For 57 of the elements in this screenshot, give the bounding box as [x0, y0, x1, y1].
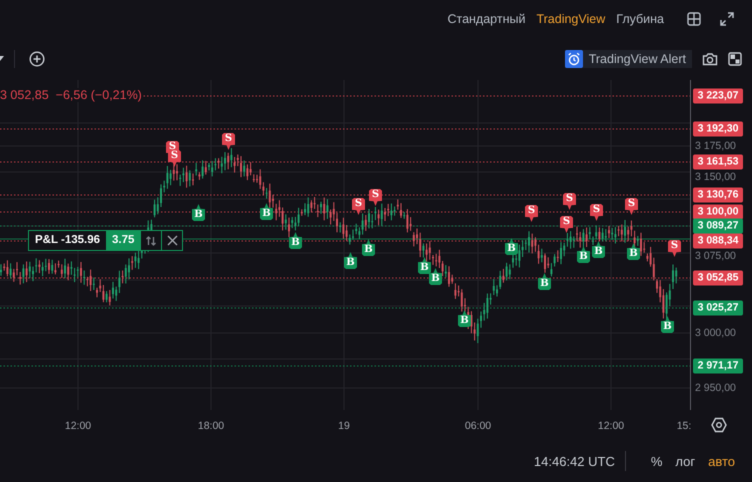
buy-marker: B: [418, 257, 431, 274]
price-label: 2 971,17: [693, 358, 743, 374]
time-tick: 18:00: [198, 420, 224, 432]
chart-type-tab[interactable]: Глубина: [616, 12, 664, 26]
auto-scale-toggle[interactable]: авто: [708, 454, 735, 468]
log-scale-toggle[interactable]: лог: [675, 454, 696, 468]
time-tick: 06:00: [464, 420, 492, 432]
price-tick: 3 075,00: [695, 250, 736, 262]
buy-marker: B: [192, 204, 205, 221]
buy-marker: B: [260, 203, 273, 220]
price-label: 3 089,27: [693, 218, 743, 234]
buy-marker: B: [538, 273, 551, 290]
price-label: 3 192,30: [693, 122, 743, 136]
buy-marker: B: [592, 241, 605, 258]
price-change: −6,56 (−0,21%): [56, 88, 142, 102]
buy-marker: B: [362, 239, 375, 256]
buy-marker: B: [505, 238, 518, 255]
time-tick: 12:00: [64, 420, 92, 432]
sell-marker: S: [369, 189, 382, 206]
price-tick: 3 175,00: [695, 140, 736, 152]
alert-button[interactable]: TradingView Alert: [564, 50, 692, 68]
clock-time: 14:46:42 UTC: [534, 454, 615, 468]
time-tick: 12:00: [598, 420, 624, 432]
time-tick: 19: [338, 420, 350, 432]
price-label: 3 052,85: [693, 270, 743, 286]
buy-marker: B: [429, 268, 442, 285]
buy-marker: B: [458, 310, 471, 327]
percent-scale-toggle[interactable]: %: [650, 454, 662, 468]
sell-marker: S: [560, 216, 573, 233]
chart-type-tab[interactable]: Стандартный: [447, 12, 526, 26]
sell-marker: S: [625, 198, 638, 215]
sell-marker: S: [352, 198, 365, 215]
pnl-label: P&L -135.96: [34, 233, 101, 248]
buy-marker: B: [289, 232, 302, 249]
chart-type-tab[interactable]: TradingView: [536, 12, 606, 26]
last-price: 3 052,85: [0, 88, 49, 102]
price-tick: 3 000,00: [695, 327, 736, 339]
price-tick: 2 950,00: [695, 382, 736, 394]
buy-marker: B: [627, 243, 640, 260]
price-label: 3 223,07: [693, 88, 743, 104]
position-quantity: 3.75: [106, 231, 140, 250]
sell-marker: S: [668, 240, 681, 257]
sell-marker: S: [168, 150, 181, 167]
price-label: 3 100,00: [693, 204, 743, 220]
sell-marker: S: [222, 133, 235, 150]
price-label: 3 088,34: [693, 234, 743, 248]
sell-marker: S: [525, 205, 538, 222]
price-tick: 3 150,00: [695, 171, 736, 183]
sell-marker: S: [590, 204, 603, 221]
buy-marker: B: [661, 316, 674, 333]
price-label: 3 025,27: [693, 300, 743, 316]
sell-marker: S: [563, 193, 576, 210]
price-label: 3 161,53: [693, 154, 743, 170]
buy-marker: B: [344, 252, 357, 269]
buy-marker: B: [577, 246, 590, 263]
price-label: 3 130,76: [693, 188, 743, 202]
time-tick: 15:: [676, 420, 692, 432]
